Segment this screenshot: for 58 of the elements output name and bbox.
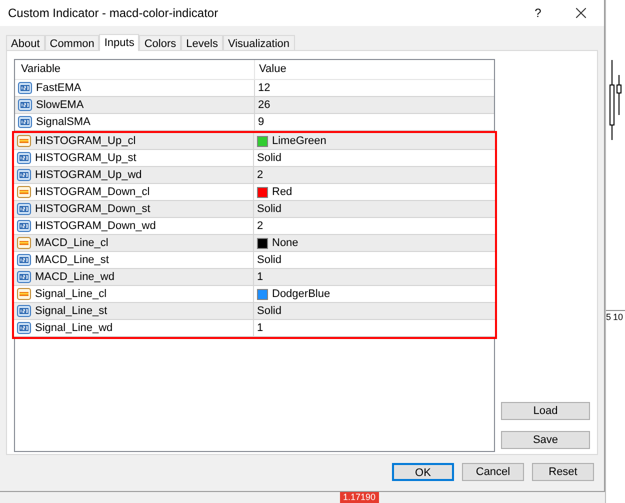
- close-icon: [576, 8, 586, 18]
- color-type-icon: [17, 288, 31, 300]
- side-button[interactable]: Load: [501, 402, 590, 420]
- number-type-icon: [17, 203, 31, 215]
- variable-name: HISTOGRAM_Up_wd: [35, 168, 142, 183]
- value-text: 2: [257, 218, 264, 234]
- number-type-icon: [17, 169, 31, 181]
- tab[interactable]: Inputs: [99, 34, 140, 51]
- column-header: Value: [258, 62, 288, 78]
- color-type-icon: [17, 237, 31, 249]
- variable-name: HISTOGRAM_Up_cl: [35, 134, 136, 149]
- scale-label: 5: [606, 311, 612, 324]
- value-text: 26: [258, 98, 270, 113]
- column-header: Variable: [15, 60, 255, 79]
- value-text: 12: [258, 80, 270, 96]
- color-type-icon: [17, 186, 31, 198]
- variable-name: MACD_Line_cl: [35, 236, 108, 251]
- variable-name: Signal_Line_wd: [35, 320, 113, 336]
- window-title: Custom Indicator - macd-color-indicator: [7, 5, 220, 22]
- variable-name: SignalSMA: [36, 114, 90, 130]
- value-text: Solid: [257, 150, 282, 166]
- scale-label: 10: [613, 311, 624, 324]
- dialog-button[interactable]: Cancel: [462, 463, 524, 481]
- help-button[interactable]: ?: [518, 0, 558, 26]
- tab[interactable]: Common: [44, 35, 100, 50]
- variable-name: HISTOGRAM_Up_st: [35, 150, 136, 166]
- tab[interactable]: Colors: [139, 35, 182, 50]
- dialog-button[interactable]: OK: [392, 463, 454, 481]
- dialog-button[interactable]: Reset: [532, 463, 594, 481]
- variable-name: HISTOGRAM_Down_st: [35, 202, 150, 217]
- value-text: Solid: [257, 304, 282, 319]
- color-type-icon: [17, 135, 31, 147]
- value-text: Solid: [257, 252, 282, 268]
- number-type-icon: [18, 99, 32, 111]
- value-text: LimeGreen: [272, 134, 326, 149]
- variable-name: HISTOGRAM_Down_cl: [35, 184, 150, 200]
- value-text: 2: [257, 168, 264, 183]
- value-text: DodgerBlue: [272, 286, 330, 302]
- number-type-icon: [17, 271, 31, 283]
- tab[interactable]: Visualization: [222, 35, 294, 50]
- variable-name: FastEMA: [36, 80, 82, 96]
- value-text: Solid: [257, 202, 282, 217]
- variable-name: MACD_Line_wd: [35, 270, 114, 285]
- variable-name: MACD_Line_st: [35, 252, 109, 268]
- value-text: 9: [258, 114, 264, 130]
- value-text: 1: [257, 270, 264, 285]
- variable-name: HISTOGRAM_Down_wd: [35, 218, 156, 234]
- side-button[interactable]: Save: [501, 431, 590, 449]
- variable-name: Signal_Line_cl: [35, 286, 107, 302]
- tab[interactable]: Levels: [181, 35, 223, 50]
- tab[interactable]: About: [6, 35, 45, 50]
- variable-name: Signal_Line_st: [35, 304, 108, 319]
- value-text: 1: [257, 320, 264, 336]
- variable-name: SlowEMA: [36, 98, 84, 113]
- value-text: None: [272, 236, 298, 251]
- value-text: Red: [272, 184, 292, 200]
- number-type-icon: [17, 305, 31, 317]
- price-label: 1.17190: [340, 492, 379, 503]
